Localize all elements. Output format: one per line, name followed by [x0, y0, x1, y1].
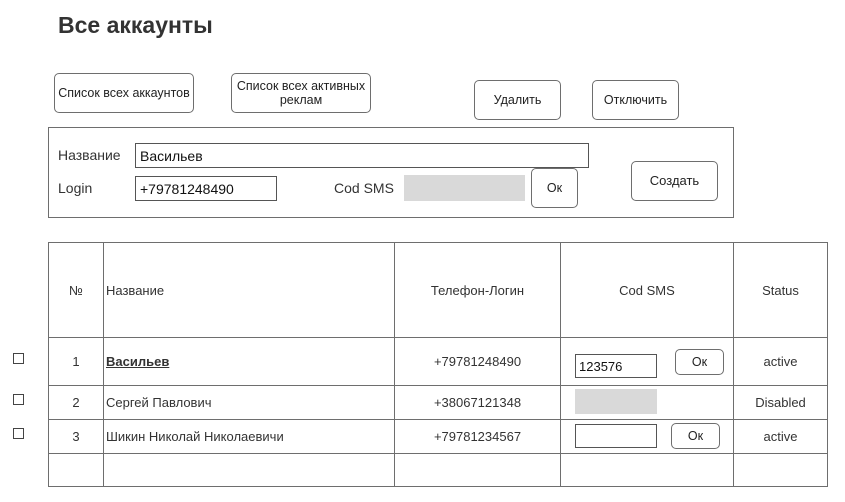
delete-button[interactable]: Удалить: [474, 80, 561, 120]
page-title: Все аккаунты: [58, 12, 213, 38]
sms-code-input[interactable]: [575, 389, 657, 414]
account-name-link[interactable]: Васильев: [106, 354, 169, 369]
header-status: Status: [733, 242, 828, 338]
row-phone: +38067121348: [394, 385, 561, 420]
row-checkbox[interactable]: [13, 353, 24, 364]
sms-ok-button[interactable]: Ок: [675, 349, 724, 375]
header-phone: Телефон-Логин: [394, 242, 561, 338]
login-label: Login: [58, 180, 93, 196]
all-accounts-button[interactable]: Список всех аккаунтов: [54, 73, 194, 113]
name-input[interactable]: Васильев: [135, 143, 589, 168]
sms-code-input[interactable]: 123576: [575, 354, 657, 378]
header-sms: Cod SMS: [560, 242, 734, 338]
row-name: Сергей Павлович: [103, 385, 395, 420]
row-phone: +79781248490: [394, 337, 561, 386]
table-row[interactable]: 2 Сергей Павлович +38067121348 Disabled: [48, 385, 828, 420]
sms-ok-button[interactable]: Ок: [671, 423, 720, 449]
row-name: Шикин Николай Николаевичи: [103, 419, 395, 454]
row-sms-cell: [560, 385, 734, 420]
row-phone: +79781234567: [394, 419, 561, 454]
row-sms-cell: 123576 Ок: [560, 337, 734, 386]
header-name: Название: [103, 242, 395, 338]
row-checkbox[interactable]: [13, 428, 24, 439]
table-header-row: № Название Телефон-Логин Cod SMS Status: [48, 242, 828, 338]
row-num: 2: [48, 385, 104, 420]
header-num: №: [48, 242, 104, 338]
sms-ok-button[interactable]: Ок: [531, 168, 578, 208]
sms-label: Cod SMS: [334, 180, 394, 196]
table-row[interactable]: 3 Шикин Николай Николаевичи +79781234567…: [48, 419, 828, 454]
row-status: active: [733, 419, 828, 454]
sms-code-input[interactable]: [575, 424, 657, 448]
table-row[interactable]: 1 Васильев +79781248490 123576 Ок active: [48, 337, 828, 386]
row-checkbox[interactable]: [13, 394, 24, 405]
accounts-table: № Название Телефон-Логин Cod SMS Status …: [48, 242, 828, 487]
table-row-empty: [48, 453, 828, 487]
name-label: Название: [58, 147, 121, 163]
row-num: 1: [48, 337, 104, 386]
login-input[interactable]: +79781248490: [135, 176, 277, 201]
all-active-ads-button[interactable]: Список всех активных реклам: [231, 73, 371, 113]
row-status: active: [733, 337, 828, 386]
row-status: Disabled: [733, 385, 828, 420]
row-sms-cell: Ок: [560, 419, 734, 454]
row-num: 3: [48, 419, 104, 454]
sms-code-input[interactable]: [404, 175, 525, 201]
create-button[interactable]: Создать: [631, 161, 718, 201]
disable-button[interactable]: Отключить: [592, 80, 679, 120]
